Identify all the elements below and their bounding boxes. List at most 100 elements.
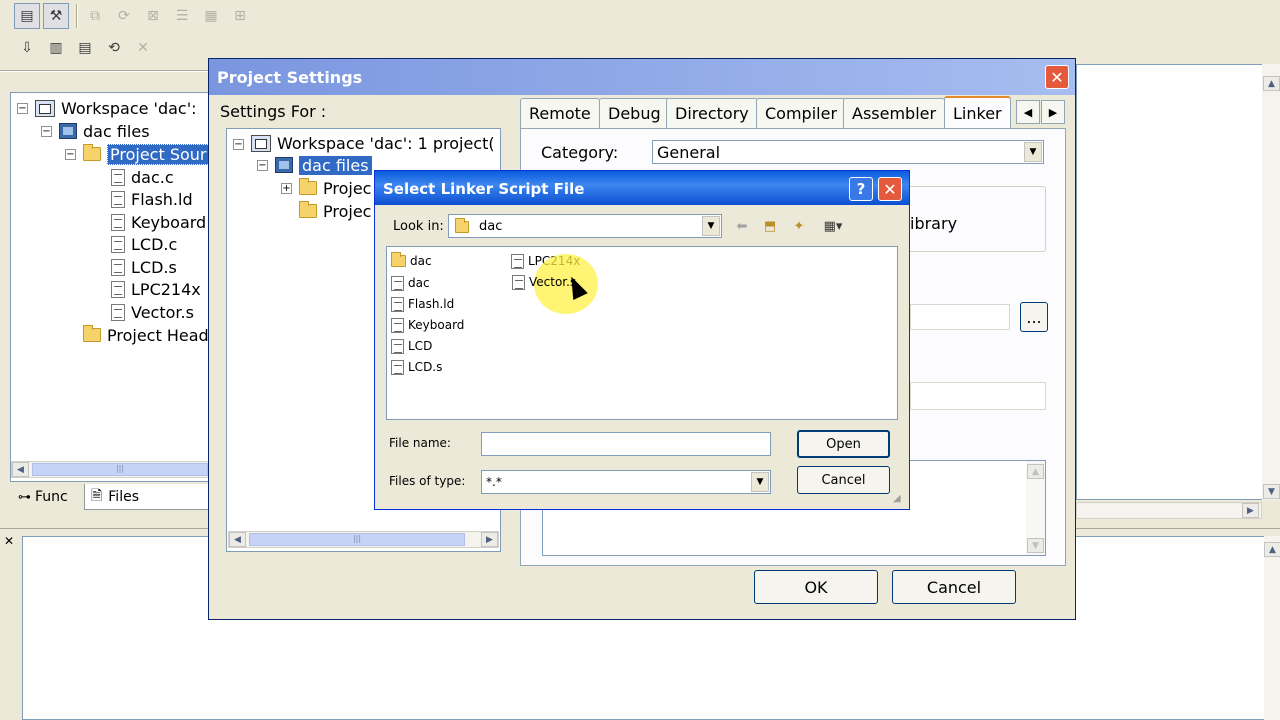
help-icon[interactable]: ? [849, 177, 873, 201]
tree-collapse-icon[interactable]: − [65, 149, 76, 160]
resize-grip-icon[interactable]: ◢ [893, 493, 901, 504]
tree-item-project-source[interactable]: Project Sour [83, 143, 210, 165]
tab-files[interactable]: 🗎 Files [84, 484, 212, 510]
workspace-hscroll[interactable]: ◀ ||| [11, 461, 209, 478]
tree-collapse-icon[interactable]: − [233, 139, 244, 150]
chevron-down-icon[interactable]: ▼ [702, 216, 720, 236]
back-arrow-icon[interactable]: ⬅ [732, 217, 752, 235]
open-button[interactable]: Open [797, 430, 890, 458]
category-select[interactable]: General ▼ [652, 140, 1044, 164]
rebuild-icon[interactable]: ⟲ [101, 35, 127, 61]
tree-item-file[interactable]: dac.c [111, 166, 174, 188]
tree-collapse-icon[interactable]: − [257, 160, 268, 171]
output-vscroll[interactable] [1264, 536, 1280, 720]
files-of-type-select[interactable]: *.* ▼ [481, 470, 771, 494]
dialog-cancel-button[interactable]: Cancel [797, 466, 890, 494]
download-icon[interactable]: ⇩ [14, 35, 40, 61]
memory-icon[interactable]: ▦ [198, 3, 224, 29]
file-icon [111, 303, 125, 321]
up-folder-icon[interactable]: ⬒ [760, 217, 780, 235]
editor-scroll-up-button[interactable]: ▲ [1263, 76, 1280, 91]
editor-area [1076, 64, 1280, 500]
editor-vscroll[interactable] [1262, 64, 1280, 500]
list-item[interactable]: Keyboard [391, 315, 464, 335]
linker-option-field[interactable] [910, 382, 1046, 410]
output-close-icon[interactable]: ✕ [4, 534, 14, 548]
settings-tree-project[interactable]: dac files [275, 154, 372, 176]
debug-step-icon[interactable]: ⧉ [82, 3, 108, 29]
tree-item-file[interactable]: Keyboard [111, 211, 206, 233]
tree-item-file[interactable]: Flash.ld [111, 188, 193, 210]
options-scroll-down-button[interactable]: ▼ [1027, 538, 1044, 553]
build-icon[interactable]: ⚒ [43, 3, 69, 29]
look-in-value: dac [479, 218, 503, 234]
chevron-down-icon[interactable]: ▼ [1024, 142, 1042, 162]
scroll-thumb[interactable]: ||| [249, 533, 465, 546]
compile-icon[interactable]: ▥ [43, 35, 69, 61]
workspace-window-icon[interactable]: ▤ [14, 3, 40, 29]
options-scroll-up-button[interactable]: ▲ [1027, 464, 1044, 479]
scroll-thumb[interactable]: ||| [32, 463, 208, 476]
editor-hscroll[interactable] [1076, 502, 1262, 519]
file-list: dac dac Flash.ld Keyboard LCD LCD.s LPC2… [386, 246, 898, 420]
tree-item-file[interactable]: LCD.c [111, 233, 177, 255]
tab-remote[interactable]: Remote [520, 98, 600, 128]
tab-debug[interactable]: Debug [599, 98, 670, 128]
scroll-left-button[interactable]: ◀ [229, 532, 246, 547]
ok-label: OK [804, 577, 828, 597]
file-name-input[interactable] [481, 432, 771, 456]
settings-tree-folder[interactable]: Projec [299, 177, 371, 199]
tree-item-project[interactable]: dac files [59, 120, 150, 142]
scroll-left-button[interactable]: ◀ [12, 462, 29, 477]
tab-scroll-left-icon[interactable]: ◀ [1016, 100, 1040, 124]
file-icon [511, 253, 524, 269]
close-icon[interactable]: ✕ [878, 177, 902, 201]
tree-item-file[interactable]: LPC214x [111, 278, 201, 300]
linker-script-input[interactable] [910, 304, 1010, 330]
tab-assembler[interactable]: Assembler [843, 98, 946, 128]
list-item[interactable]: LCD.s [391, 357, 442, 377]
script-file-icon [512, 274, 525, 290]
script-file-icon [391, 296, 404, 312]
new-folder-icon[interactable]: ✦ [789, 217, 809, 235]
tree-collapse-icon[interactable]: − [41, 126, 52, 137]
view-menu-icon[interactable]: ▦▾ [818, 217, 848, 235]
file-name-label: dac [408, 276, 430, 290]
look-in-select[interactable]: dac ▼ [448, 214, 722, 238]
output-scroll-up-button[interactable]: ▲ [1264, 542, 1280, 557]
list-item[interactable]: dac [391, 251, 432, 271]
tab-directory[interactable]: Directory [666, 98, 758, 128]
tab-functions[interactable]: ⊶ Func [12, 484, 74, 510]
tree-expand-icon[interactable]: + [281, 183, 292, 194]
tab-scroll-right-icon[interactable]: ▶ [1041, 100, 1065, 124]
debug-run-icon[interactable]: ⟳ [111, 3, 137, 29]
close-icon[interactable]: ✕ [1045, 65, 1069, 89]
settings-tree-workspace[interactable]: Workspace 'dac': 1 project( [251, 132, 495, 154]
scroll-right-button[interactable]: ▶ [481, 532, 498, 547]
tree-collapse-icon[interactable]: − [17, 103, 28, 114]
browse-button[interactable]: ... [1020, 302, 1048, 332]
list-item[interactable]: dac [391, 273, 430, 293]
settings-tree-folder[interactable]: Projec [299, 200, 371, 222]
build-all-icon[interactable]: ▤ [72, 35, 98, 61]
tab-label: Directory [675, 104, 749, 123]
tab-compiler[interactable]: Compiler [756, 98, 847, 128]
list-item[interactable]: LCD [391, 336, 432, 356]
debug-stop-icon[interactable]: ⊠ [140, 3, 166, 29]
chevron-down-icon[interactable]: ▼ [751, 472, 769, 492]
workspace-panel: − Workspace 'dac': − dac files − Project… [10, 92, 220, 482]
cancel-button[interactable]: Cancel [892, 570, 1016, 604]
tree-item-project-headers[interactable]: Project Head [83, 324, 209, 346]
tree-item-file[interactable]: LCD.s [111, 256, 177, 278]
registers-icon[interactable]: ☰ [169, 3, 195, 29]
list-item[interactable]: Flash.ld [391, 294, 454, 314]
editor-scroll-right-button[interactable]: ▶ [1242, 503, 1259, 518]
tree-item-workspace[interactable]: Workspace 'dac': [35, 97, 196, 119]
settings-tree-hscroll[interactable]: ◀ ||| ▶ [228, 531, 499, 548]
stop-build-icon[interactable]: ✕ [130, 35, 156, 61]
tree-item-file[interactable]: Vector.s [111, 301, 194, 323]
tab-linker[interactable]: Linker [944, 96, 1011, 128]
watch-icon[interactable]: ⊞ [227, 3, 253, 29]
ok-button[interactable]: OK [754, 570, 878, 604]
editor-scroll-down-button[interactable]: ▼ [1263, 484, 1280, 499]
